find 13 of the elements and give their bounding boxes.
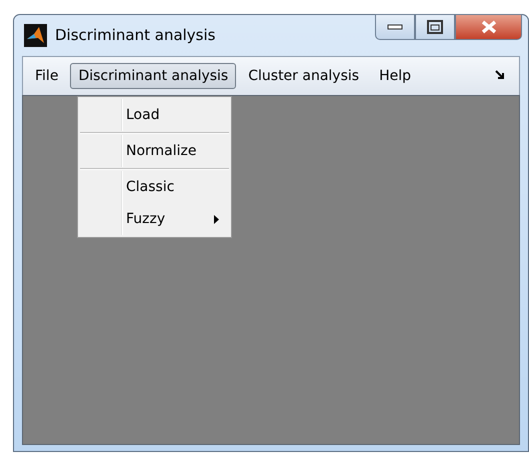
window-title: Discriminant analysis [55,25,216,46]
maximize-button[interactable] [415,14,455,40]
minimize-button[interactable] [375,14,415,40]
menu-item[interactable]: Discriminant analysis [70,62,236,90]
close-icon [480,20,498,34]
restore-icon [427,20,443,34]
arrow-icon[interactable] [495,70,505,80]
menu-item[interactable]: Help [371,62,419,90]
menu-item[interactable]: File [27,62,66,90]
menu-item[interactable]: Cluster analysis [240,62,368,90]
app-logo-icon [24,24,47,47]
close-button[interactable] [455,14,522,40]
minimize-icon [387,24,403,30]
